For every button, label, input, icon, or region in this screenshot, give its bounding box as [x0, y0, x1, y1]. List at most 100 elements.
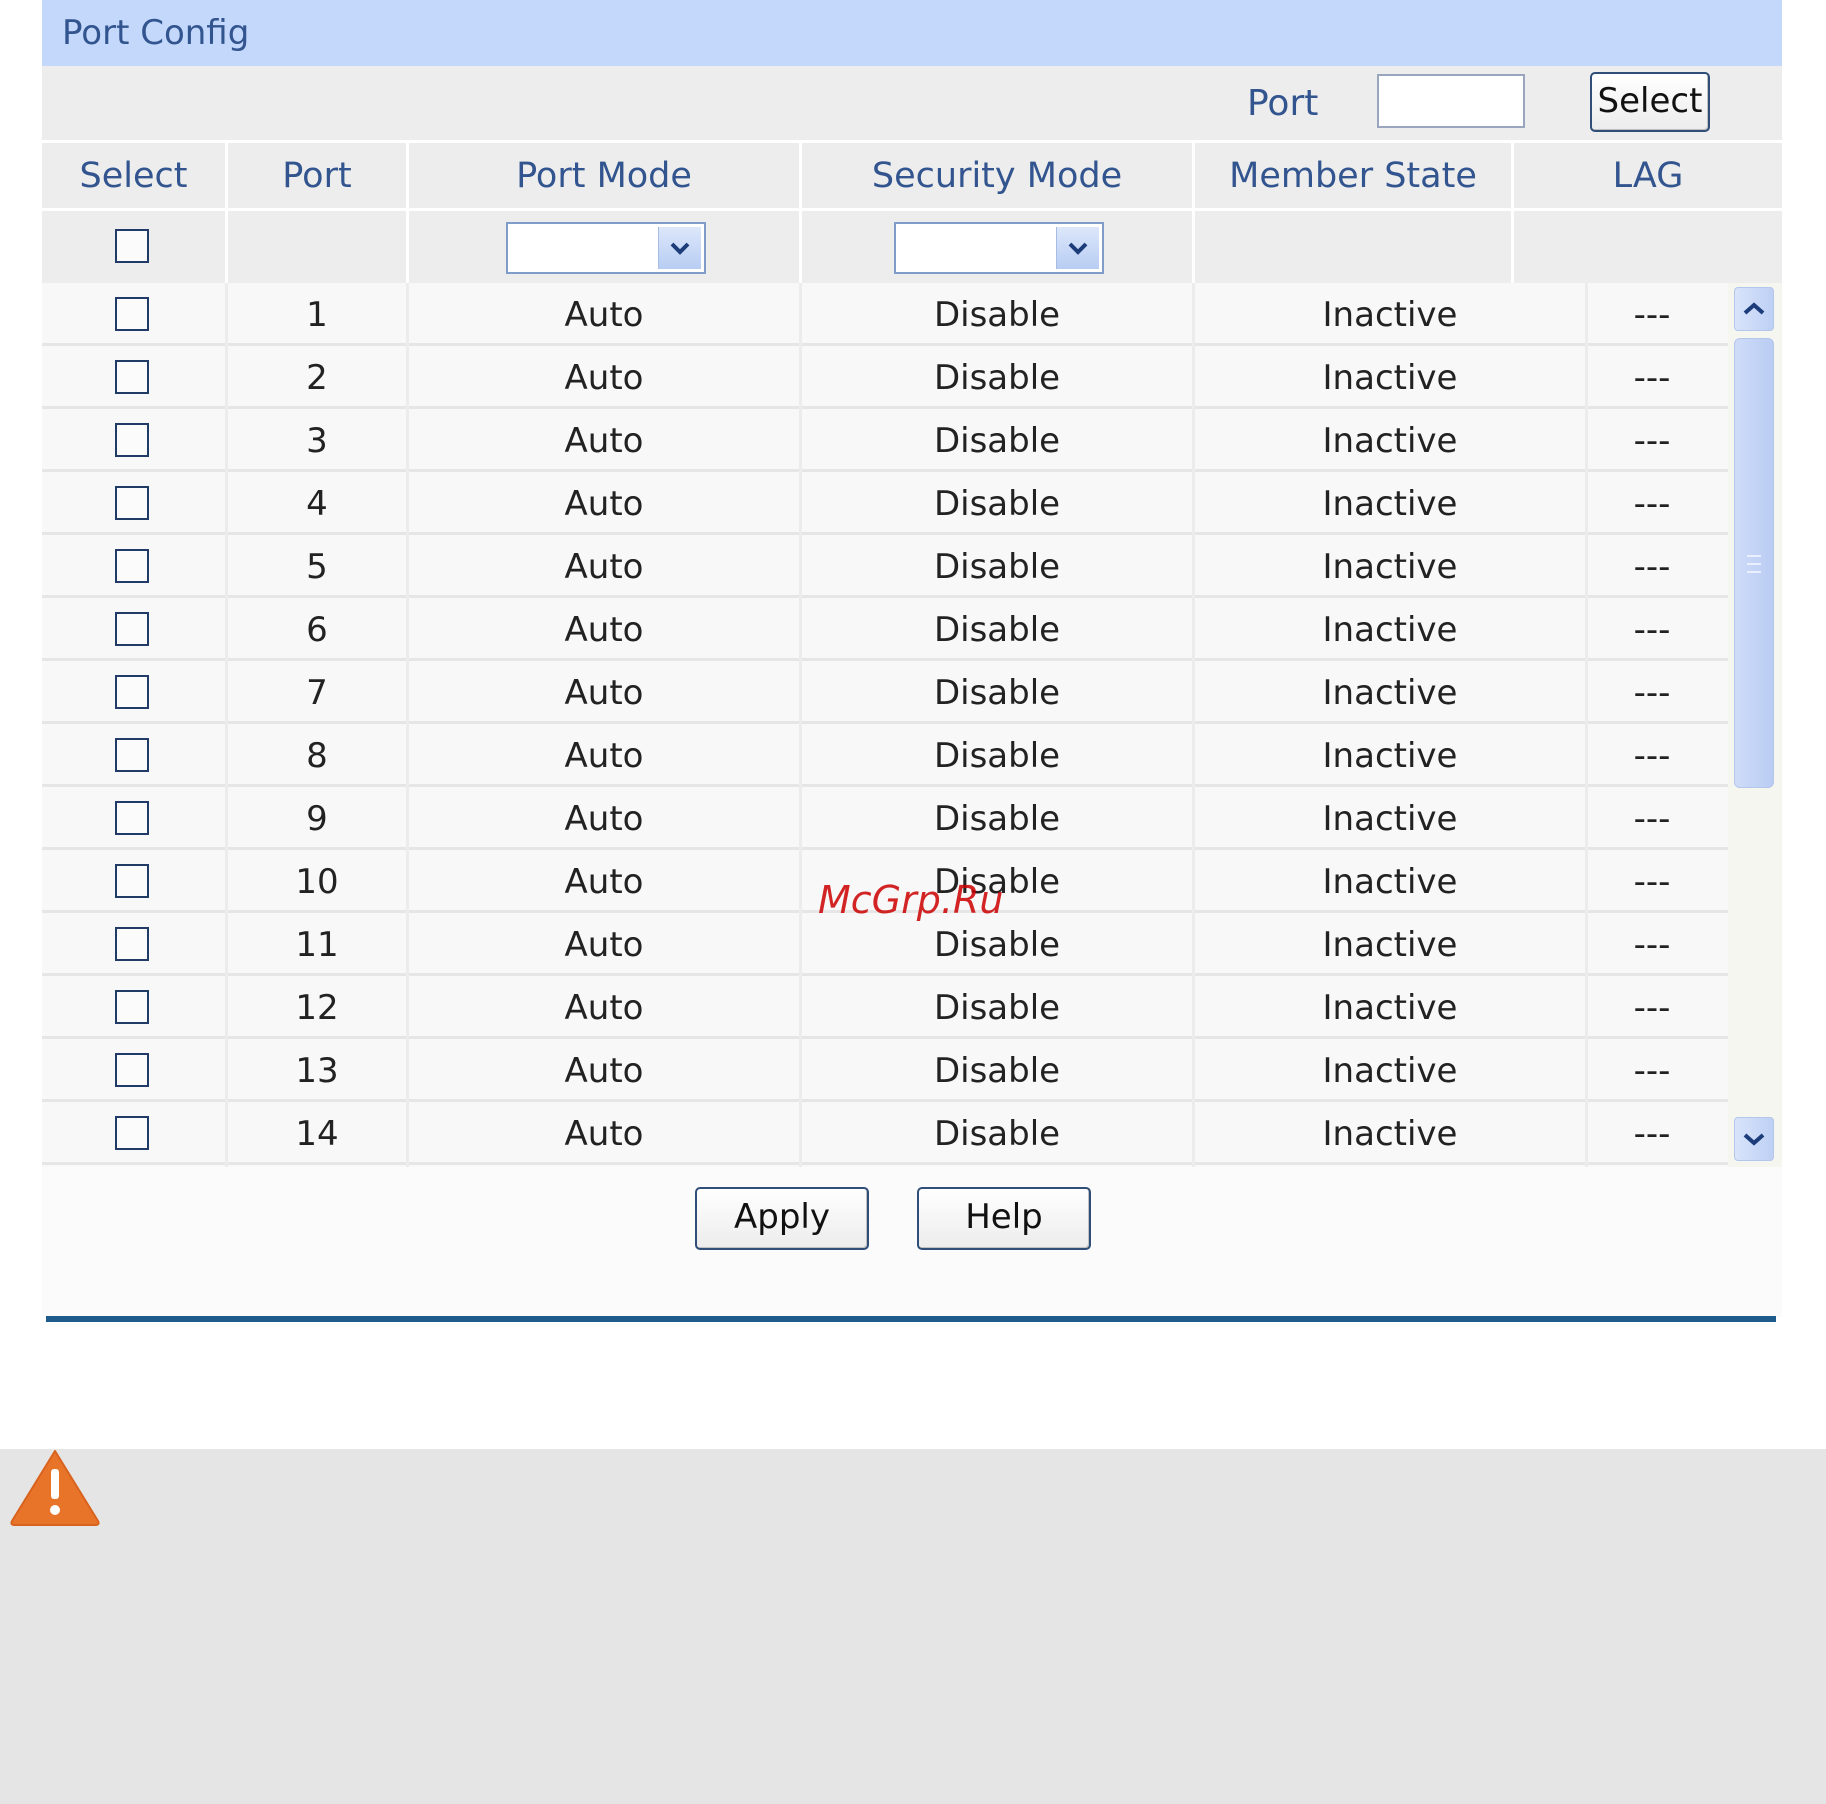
cell-port-mode: Auto: [564, 1051, 644, 1091]
cell-port-mode: Auto: [564, 862, 644, 902]
cell-member-state: Inactive: [1322, 1051, 1458, 1091]
cell-security-mode: Disable: [933, 610, 1061, 650]
cell-security-mode: Disable: [933, 925, 1061, 965]
chevron-down-icon: [658, 227, 701, 269]
select-all-checkbox[interactable]: [115, 229, 149, 263]
chevron-up-icon[interactable]: [1734, 287, 1774, 331]
row-checkbox[interactable]: [115, 612, 149, 646]
cell-member-state: Inactive: [1322, 988, 1458, 1028]
row-checkbox[interactable]: [115, 675, 149, 709]
column-divider: [799, 143, 802, 283]
cell-lag: ---: [1633, 673, 1671, 713]
port-label: Port: [1247, 83, 1319, 124]
help-button[interactable]: Help: [917, 1187, 1091, 1250]
column-divider: [1511, 143, 1514, 283]
port-mode-select[interactable]: [506, 222, 706, 274]
cell-port: 7: [306, 673, 328, 713]
cell-lag: ---: [1633, 925, 1671, 965]
row-checkbox[interactable]: [115, 1116, 149, 1150]
row-checkbox[interactable]: [115, 360, 149, 394]
security-mode-select[interactable]: [894, 222, 1104, 274]
table-header: Select Port Port Mode Security Mode Memb…: [42, 143, 1782, 210]
column-divider: [225, 283, 228, 1167]
cell-lag: ---: [1633, 1051, 1671, 1091]
cell-port-mode: Auto: [564, 610, 644, 650]
select-button[interactable]: Select: [1590, 72, 1710, 132]
row-checkbox[interactable]: [115, 864, 149, 898]
cell-port-mode: Auto: [564, 925, 644, 965]
row-checkbox[interactable]: [115, 990, 149, 1024]
row-checkbox[interactable]: [115, 486, 149, 520]
cell-port-mode: Auto: [564, 736, 644, 776]
cell-port: 6: [306, 610, 328, 650]
cell-port: 12: [295, 988, 339, 1028]
table-row: 14 Auto Disable Inactive ---: [42, 1102, 1728, 1165]
row-checkbox[interactable]: [115, 549, 149, 583]
row-divider: [42, 140, 1782, 143]
page: Port Config Port Select Select Port Port…: [0, 0, 1826, 1804]
cell-member-state: Inactive: [1322, 862, 1458, 902]
row-checkbox[interactable]: [115, 801, 149, 835]
header-port: Port: [282, 156, 352, 196]
cell-lag: ---: [1633, 988, 1671, 1028]
table-row: 11 Auto Disable Inactive ---: [42, 913, 1728, 976]
table-row: 1 Auto Disable Inactive ---: [42, 283, 1728, 346]
cell-security-mode: Disable: [933, 673, 1061, 713]
cell-port: 14: [295, 1114, 339, 1154]
header-member-state: Member State: [1229, 156, 1477, 196]
cell-port: 8: [306, 736, 328, 776]
cell-lag: ---: [1633, 862, 1671, 902]
table-scrollbar[interactable]: [1728, 283, 1782, 1167]
cell-port-mode: Auto: [564, 799, 644, 839]
column-divider: [799, 283, 802, 1167]
cell-port-mode: Auto: [564, 988, 644, 1028]
cell-security-mode: Disable: [933, 421, 1061, 461]
cell-port: 3: [306, 421, 328, 461]
panel-title-bar: Port Config: [42, 0, 1782, 66]
apply-button[interactable]: Apply: [695, 1187, 869, 1250]
cell-member-state: Inactive: [1322, 925, 1458, 965]
row-divider: [42, 208, 1782, 211]
row-checkbox[interactable]: [115, 1053, 149, 1087]
section-divider: [46, 1316, 1776, 1322]
cell-port-mode: Auto: [564, 673, 644, 713]
table-row: 2 Auto Disable Inactive ---: [42, 346, 1728, 409]
table-row: 8 Auto Disable Inactive ---: [42, 724, 1728, 787]
cell-lag: ---: [1633, 484, 1671, 524]
action-footer: [42, 1167, 1782, 1317]
cell-member-state: Inactive: [1322, 484, 1458, 524]
column-divider: [406, 143, 409, 283]
table-row: 12 Auto Disable Inactive ---: [42, 976, 1728, 1039]
column-divider: [1192, 283, 1195, 1167]
row-checkbox[interactable]: [115, 297, 149, 331]
chevron-down-icon: [1056, 227, 1099, 269]
chevron-down-icon[interactable]: [1734, 1117, 1774, 1161]
row-checkbox[interactable]: [115, 927, 149, 961]
row-checkbox[interactable]: [115, 738, 149, 772]
scrollbar-thumb[interactable]: [1734, 338, 1774, 788]
table-row: 7 Auto Disable Inactive ---: [42, 661, 1728, 724]
cell-member-state: Inactive: [1322, 358, 1458, 398]
cell-member-state: Inactive: [1322, 799, 1458, 839]
cell-member-state: Inactive: [1322, 673, 1458, 713]
cell-member-state: Inactive: [1322, 295, 1458, 335]
watermark: McGrp.Ru: [818, 878, 1004, 922]
cell-security-mode: Disable: [933, 295, 1061, 335]
table-row: 6 Auto Disable Inactive ---: [42, 598, 1728, 661]
table-row: 13 Auto Disable Inactive ---: [42, 1039, 1728, 1102]
cell-port: 5: [306, 547, 328, 587]
cell-port: 13: [295, 1051, 339, 1091]
cell-security-mode: Disable: [933, 484, 1061, 524]
cell-port: 2: [306, 358, 328, 398]
port-input[interactable]: [1377, 74, 1525, 128]
row-checkbox[interactable]: [115, 423, 149, 457]
cell-port-mode: Auto: [564, 484, 644, 524]
warning-icon: [8, 1447, 102, 1531]
column-divider: [1192, 143, 1195, 283]
table-row: 9 Auto Disable Inactive ---: [42, 787, 1728, 850]
table-row: 5 Auto Disable Inactive ---: [42, 535, 1728, 598]
cell-lag: ---: [1633, 610, 1671, 650]
cell-port: 10: [295, 862, 339, 902]
cell-security-mode: Disable: [933, 547, 1061, 587]
cell-lag: ---: [1633, 547, 1671, 587]
